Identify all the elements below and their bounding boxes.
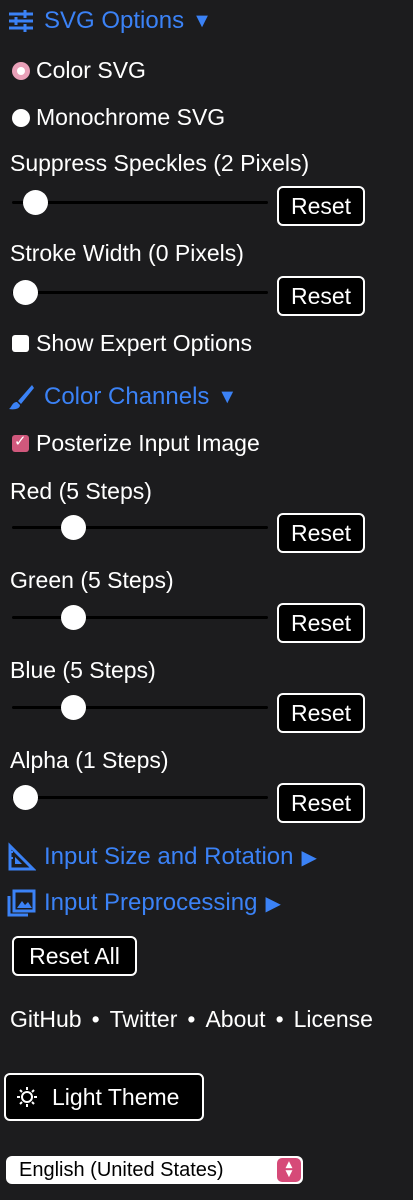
blue-channel-slider[interactable]	[12, 692, 268, 722]
slider-thumb[interactable]	[61, 695, 87, 720]
show-expert-options-label: Show Expert Options	[36, 330, 253, 356]
select-chevron-icon: ▲ ▼	[277, 1158, 301, 1182]
color-svg-radio[interactable]	[12, 61, 30, 80]
license-link[interactable]: License	[294, 1006, 373, 1033]
sun-icon	[17, 1087, 37, 1107]
alpha-channel-slider[interactable]	[12, 782, 268, 812]
image-icon	[7, 889, 36, 917]
stroke-width-reset-button[interactable]: Reset	[277, 276, 365, 316]
github-link[interactable]: GitHub	[10, 1006, 82, 1033]
monochrome-svg-label: Monochrome SVG	[36, 104, 226, 130]
footer-links: GitHub • Twitter • About • License	[10, 1006, 373, 1033]
slider-thumb[interactable]	[12, 280, 38, 305]
posterize-option[interactable]: Posterize Input Image	[12, 430, 260, 457]
input-size-rotation-toggle[interactable]: Input Size and Rotation ▶	[6, 842, 317, 872]
show-expert-options[interactable]: Show Expert Options	[12, 330, 252, 357]
brush-icon	[9, 385, 34, 410]
svg-options-toggle[interactable]: SVG Options ▼	[6, 6, 212, 36]
svg-options-arrow: ▼	[192, 9, 212, 32]
color-svg-label: Color SVG	[36, 57, 146, 83]
alpha-channel-reset-button[interactable]: Reset	[277, 783, 365, 823]
light-theme-button[interactable]: Light Theme	[4, 1073, 204, 1121]
slider-track	[12, 616, 268, 619]
green-channel-label: Green (5 Steps)	[10, 567, 174, 593]
monochrome-svg-radio[interactable]	[12, 108, 30, 127]
blue-channel-label: Blue (5 Steps)	[10, 657, 156, 683]
slider-track	[12, 526, 268, 529]
separator: •	[275, 1006, 284, 1032]
slider-thumb[interactable]	[61, 515, 87, 540]
slider-track	[12, 796, 268, 799]
language-select[interactable]: English (United States) ▲ ▼	[6, 1156, 303, 1184]
slider-track	[12, 201, 268, 204]
separator: •	[91, 1006, 100, 1032]
suppress-speckles-reset-button[interactable]: Reset	[277, 186, 365, 226]
input-size-rotation-arrow: ▶	[301, 846, 317, 869]
red-channel-label: Red (5 Steps)	[10, 478, 152, 504]
twitter-link[interactable]: Twitter	[110, 1006, 178, 1033]
input-preprocessing-arrow: ▶	[265, 892, 281, 915]
red-channel-slider[interactable]	[12, 512, 268, 542]
posterize-checkbox[interactable]	[12, 432, 29, 452]
color-channels-toggle[interactable]: Color Channels ▼	[6, 382, 237, 412]
svg-options-title: SVG Options	[44, 7, 185, 34]
language-selected-value: English (United States)	[19, 1158, 224, 1181]
stroke-width-label: Stroke Width (0 Pixels)	[10, 240, 244, 266]
blue-channel-reset-button[interactable]: Reset	[277, 693, 365, 733]
alpha-channel-label: Alpha (1 Steps)	[10, 747, 169, 773]
reset-all-button[interactable]: Reset All	[12, 936, 137, 976]
slider-thumb[interactable]	[61, 605, 87, 630]
ruler-triangle-icon	[8, 842, 36, 871]
suppress-speckles-slider[interactable]	[12, 187, 268, 217]
sliders-icon	[9, 10, 33, 32]
monochrome-svg-option[interactable]: Monochrome SVG	[12, 104, 225, 131]
input-preprocessing-title: Input Preprocessing	[44, 889, 258, 916]
stroke-width-slider[interactable]	[12, 277, 268, 307]
green-channel-reset-button[interactable]: Reset	[277, 603, 365, 643]
separator: •	[187, 1006, 196, 1032]
slider-track	[12, 291, 268, 294]
slider-thumb[interactable]	[12, 785, 38, 810]
light-theme-label: Light Theme	[52, 1083, 180, 1110]
green-channel-slider[interactable]	[12, 602, 268, 632]
color-svg-option[interactable]: Color SVG	[12, 57, 146, 84]
suppress-speckles-label: Suppress Speckles (2 Pixels)	[10, 150, 310, 176]
red-channel-reset-button[interactable]: Reset	[277, 513, 365, 553]
color-channels-arrow: ▼	[217, 385, 238, 408]
slider-track	[12, 706, 268, 709]
input-preprocessing-toggle[interactable]: Input Preprocessing ▶	[6, 888, 281, 918]
about-link[interactable]: About	[205, 1006, 265, 1033]
posterize-label: Posterize Input Image	[36, 430, 260, 456]
color-channels-title: Color Channels	[44, 383, 210, 410]
show-expert-options-checkbox[interactable]	[12, 335, 29, 352]
slider-thumb[interactable]	[23, 190, 49, 215]
input-size-rotation-title: Input Size and Rotation	[44, 843, 294, 870]
